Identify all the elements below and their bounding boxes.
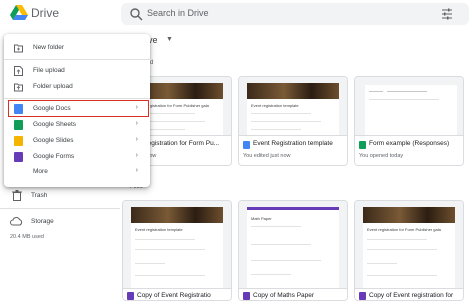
file-name: Event Registration template [253,140,333,147]
drive-logo-icon[interactable] [10,5,28,21]
new-item-menu: New folder File upload Folder upload Goo… [4,34,150,187]
google-sheets-icon [14,120,23,130]
file-name: Copy of Event registration for [369,292,454,299]
file-thumbnail: Math Paper [239,201,347,300]
menu-label-google-forms: Google Forms [33,153,75,160]
sidebar-label-storage: Storage [31,218,54,225]
file-card-3[interactable]: Event registration for Form Publisher ga… [354,200,464,301]
cloud-icon [10,217,23,226]
sidebar-item-storage[interactable]: Storage [10,216,110,230]
file-name: Copy of Maths Paper [253,292,315,299]
google-sheets-icon [359,141,366,149]
google-forms-icon [359,292,366,300]
google-slides-icon [14,136,23,146]
trash-icon [12,190,22,201]
google-docs-icon [243,141,250,149]
thumbnail-title: Event registration template [251,103,299,108]
menu-label-google-slides: Google Slides [33,137,74,144]
menu-divider [4,98,150,99]
file-name: Copy of Event Registratio [137,292,211,299]
menu-item-more[interactable]: More › [4,164,150,180]
menu-item-file-upload[interactable]: File upload [4,63,150,79]
folder-upload-icon [14,83,23,92]
sidebar-label-trash: Trash [31,192,48,199]
file-thumbnail: Event registration for Form Publisher ga… [355,201,463,300]
menu-divider [4,59,150,60]
menu-label-new-folder: New folder [33,44,65,51]
search-input[interactable]: Search in Drive [147,8,209,18]
chevron-right-icon: › [135,120,138,127]
thumbnail-title: Event registration template [135,227,183,232]
file-activity: You edited just now [243,153,291,159]
sidebar-item-trash[interactable]: Trash [10,189,110,203]
menu-item-google-sheets[interactable]: Google Sheets › [4,117,150,133]
google-forms-icon [243,292,250,300]
highlight-box [8,100,149,117]
file-thumbnail: Event registration template [123,201,231,300]
thumbnail-title: Math Paper [251,216,272,221]
file-name: Form example (Responses) [369,140,450,147]
menu-label-google-sheets: Google Sheets [33,121,77,128]
menu-label-folder-upload: Folder upload [33,83,73,90]
file-activity: You opened today [359,153,404,159]
suggested-card-3[interactable]: Form example (Responses) You opened toda… [354,76,464,166]
suggested-section-label: d [150,60,154,66]
new-folder-icon [14,44,23,53]
app-title: Drive [31,6,60,20]
suggested-card-2[interactable]: Event registration template Event Regist… [238,76,348,166]
chevron-right-icon: › [135,167,138,174]
menu-item-google-forms[interactable]: Google Forms › [4,149,150,165]
file-thumbnail [355,77,463,137]
search-options-icon[interactable] [441,8,453,20]
sidebar-divider [0,208,120,209]
file-thumbnail: Event registration template [239,77,347,137]
storage-used-text: 20.4 MB used [10,234,44,240]
menu-item-folder-upload[interactable]: Folder upload [4,79,150,95]
file-upload-icon [14,66,23,76]
menu-item-google-slides[interactable]: Google Slides › [4,133,150,149]
menu-label-more: More [33,168,48,175]
chevron-right-icon: › [135,136,138,143]
file-card-2[interactable]: Math Paper Copy of Maths Paper [238,200,348,301]
file-card-1[interactable]: Event registration template Copy of Even… [122,200,232,301]
chevron-right-icon: › [135,152,138,159]
top-bar: Drive Search in Drive [0,0,474,28]
search-icon[interactable] [129,7,143,21]
google-forms-icon [127,292,134,300]
search-bar[interactable]: Search in Drive [121,3,469,25]
menu-label-file-upload: File upload [33,67,65,74]
google-forms-icon [14,152,23,162]
chevron-down-icon[interactable]: ▼ [166,36,173,43]
menu-item-new-folder[interactable]: New folder [4,40,150,56]
thumbnail-title: Event registration for Form Publisher ga… [367,227,441,232]
